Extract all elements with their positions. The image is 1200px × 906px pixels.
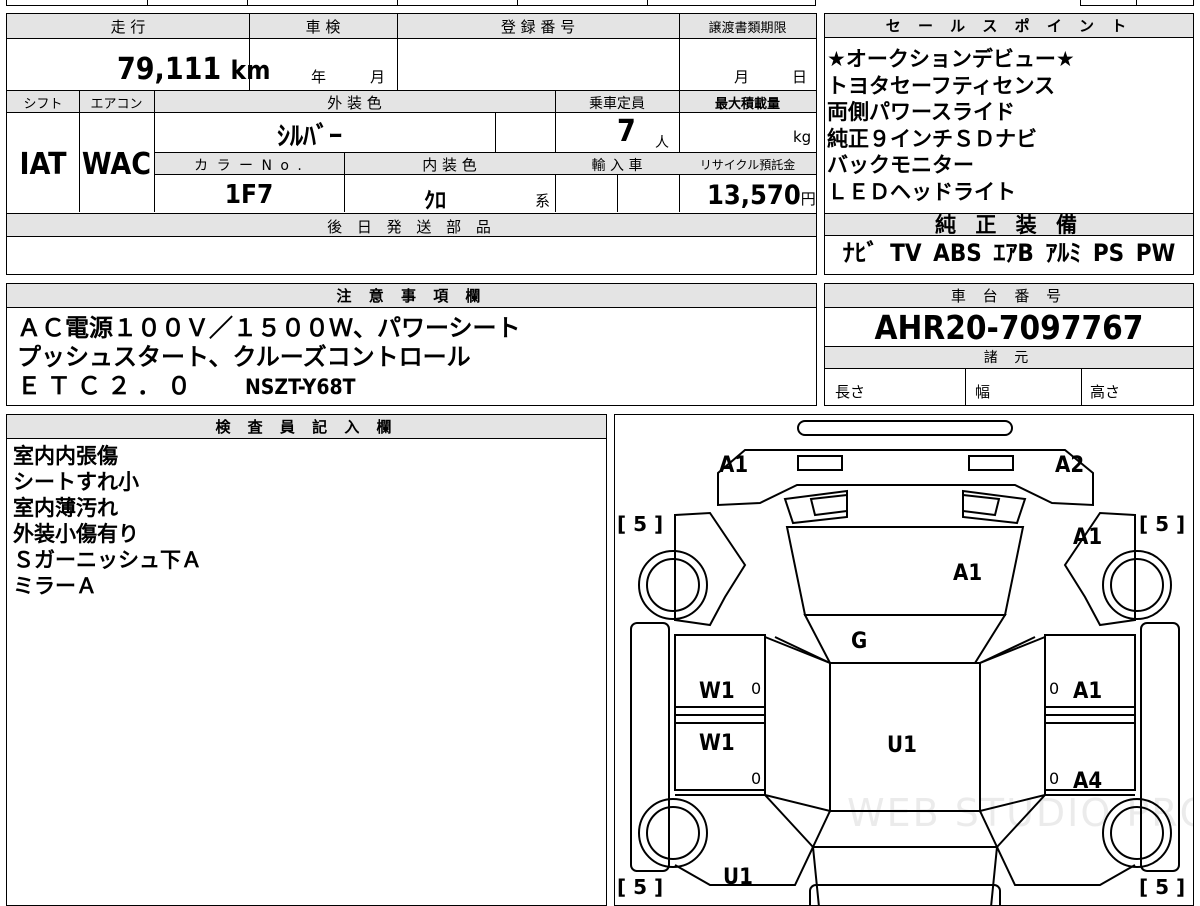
chassis-panel: 車 台 番 号 AHR20-7097767 諸 元 長さ 幅 高さ bbox=[824, 283, 1194, 406]
sales-point-item: 両側パワースライド bbox=[827, 100, 1015, 124]
tire-rear-left: [ 5 ] bbox=[617, 875, 664, 899]
sales-point-item: トヨタセーフティセンス bbox=[827, 73, 1056, 98]
label-transfer-deadline: 譲渡書類期限 bbox=[708, 21, 787, 36]
shift-value: IAT bbox=[19, 147, 67, 182]
aircon-value: WAC bbox=[81, 147, 152, 182]
inspector-line: シートすれ小 bbox=[13, 470, 139, 494]
genuine-equipment-header: 純 正 装 備 bbox=[825, 214, 1193, 236]
pillar-left-lower: 0 bbox=[751, 769, 762, 788]
inspection-year-unit: 年 bbox=[311, 68, 327, 86]
sales-point-item: 純正９インチＳＤナビ bbox=[827, 126, 1037, 151]
pillar-right-upper: 0 bbox=[1049, 679, 1060, 698]
label-recycle: リサイクル預託金 bbox=[699, 158, 796, 172]
inspector-line: 室内薄汚れ bbox=[13, 496, 118, 520]
code-front-right-corner: A2 bbox=[1055, 453, 1085, 478]
exterior-color-value: ｼﾙﾊﾞｰ bbox=[277, 122, 343, 152]
tire-front-left: [ 5 ] bbox=[617, 512, 664, 536]
capacity-value: 7 bbox=[617, 114, 636, 149]
code-left-front-door: W1 bbox=[699, 679, 735, 704]
top-strip bbox=[6, 0, 816, 6]
equip-pw: PW bbox=[1135, 239, 1176, 267]
sales-point-item: バックモニター bbox=[827, 153, 974, 177]
note-line: ＡＣ電源１００Ｖ／１５００Ｗ、パワーシート bbox=[17, 314, 521, 342]
transfer-day-unit: 日 bbox=[792, 68, 808, 86]
equip-alloy: ｱﾙﾐ bbox=[1045, 239, 1082, 267]
sales-points-header: セ ー ル ス ポ イ ン ト bbox=[825, 14, 1193, 38]
tire-front-right: [ 5 ] bbox=[1139, 512, 1186, 536]
inspector-header: 検 査 員 記 入 欄 bbox=[7, 415, 606, 439]
code-right-front-door: A1 bbox=[1073, 679, 1103, 704]
label-capacity: 乗車定員 bbox=[589, 96, 645, 112]
inspector-line: 室内内張傷 bbox=[13, 444, 118, 468]
recycle-value: 13,570円 bbox=[707, 180, 816, 211]
label-interior-color: 内 装 色 bbox=[422, 156, 477, 174]
label-later-parts: 後 日 発 送 部 品 bbox=[327, 218, 496, 236]
label-registration: 登 録 番 号 bbox=[500, 18, 576, 36]
car-damage-diagram: [ 5 ] [ 5 ] [ 5 ] [ 5 ] A1 A2 A1 A1 G W1… bbox=[614, 414, 1194, 906]
inspector-lines: 室内内張傷 シートすれ小 室内薄汚れ 外装小傷有り Ｓガーニッシュ下Ａ ミラーＡ bbox=[13, 443, 202, 599]
genuine-equipment-list: ﾅﾋﾞ TV ABS ｴｱB ｱﾙﾐ PS PW bbox=[825, 240, 1193, 267]
inspector-panel: 検 査 員 記 入 欄 室内内張傷 シートすれ小 室内薄汚れ 外装小傷有り Ｓガ… bbox=[6, 414, 607, 906]
code-left-rear-door: W1 bbox=[699, 731, 735, 756]
equip-navi: ﾅﾋﾞ bbox=[842, 239, 879, 267]
sales-point-item: ＬＥＤヘッドライト bbox=[827, 179, 1016, 204]
code-right-front-fender: A1 bbox=[1073, 525, 1103, 550]
color-no-value: 1F7 bbox=[224, 180, 274, 210]
label-color-no: カ ラ ー N o . bbox=[194, 158, 304, 174]
vehicle-info-table: 走 行 車 検 登 録 番 号 譲渡書類期限 79,111 km 年 月 月 日… bbox=[6, 13, 817, 275]
interior-color-suffix: 系 bbox=[535, 192, 551, 210]
inspector-line: 外装小傷有り bbox=[13, 522, 139, 546]
mileage-value: 79,111 km bbox=[117, 52, 271, 87]
top-strip-right bbox=[1080, 0, 1194, 6]
label-aircon: エアコン bbox=[90, 97, 143, 112]
specs-header: 諸 元 bbox=[825, 347, 1193, 369]
label-import: 輸 入 車 bbox=[591, 158, 643, 174]
inspection-month-unit: 月 bbox=[370, 68, 386, 86]
transfer-month-unit: 月 bbox=[734, 68, 750, 86]
inspector-line: Ｓガーニッシュ下Ａ bbox=[13, 548, 202, 572]
sales-points-list: ★オークションデビュー★ トヨタセーフティセンス 両側パワースライド 純正９イン… bbox=[827, 46, 1075, 205]
spec-height-label: 高さ bbox=[1090, 383, 1121, 401]
navi-model: NSZT-Y68T bbox=[245, 375, 356, 399]
interior-color-value: ｸﾛ bbox=[424, 189, 447, 214]
sales-points-panel: セ ー ル ス ポ イ ン ト ★オークションデビュー★ トヨタセーフティセンス… bbox=[824, 13, 1194, 275]
capacity-unit: 人 bbox=[655, 135, 669, 151]
spec-length-label: 長さ bbox=[835, 383, 866, 401]
chassis-header: 車 台 番 号 bbox=[825, 284, 1193, 308]
inspector-line: ミラーＡ bbox=[13, 574, 97, 598]
pillar-right-lower: 0 bbox=[1049, 769, 1060, 788]
code-left-rear-quarter: U1 bbox=[723, 865, 753, 890]
label-shift: シフト bbox=[23, 97, 63, 112]
pillar-left-upper: 0 bbox=[751, 679, 762, 698]
equip-ps: PS bbox=[1092, 239, 1125, 267]
chassis-number: AHR20-7097767 bbox=[874, 308, 1144, 347]
equip-abs: ABS bbox=[933, 239, 982, 267]
sales-point-item: ★オークションデビュー★ bbox=[827, 47, 1075, 71]
equip-airbag: ｴｱB bbox=[993, 239, 1034, 267]
equip-tv: TV bbox=[890, 239, 922, 267]
label-inspection: 車 検 bbox=[305, 18, 341, 36]
watermark: WEB STUDIO PRO bbox=[847, 791, 1194, 835]
notes-header: 注 意 事 項 欄 bbox=[7, 284, 816, 308]
spec-width-label: 幅 bbox=[975, 383, 991, 401]
label-max-load: 最大積載量 bbox=[714, 97, 780, 112]
code-front-left-corner: A1 bbox=[719, 453, 749, 478]
tire-rear-right: [ 5 ] bbox=[1139, 875, 1186, 899]
label-exterior-color: 外 装 色 bbox=[327, 94, 382, 112]
notes-panel: 注 意 事 項 欄 ＡＣ電源１００Ｖ／１５００Ｗ、パワーシート プッシュスタート… bbox=[6, 283, 817, 406]
code-windshield: G bbox=[851, 629, 868, 654]
max-load-unit: kg bbox=[793, 128, 812, 146]
note-line: プッシュスタート、クルーズコントロール bbox=[17, 343, 471, 371]
code-roof: U1 bbox=[887, 733, 917, 758]
label-mileage: 走 行 bbox=[110, 18, 146, 36]
code-hood: A1 bbox=[953, 561, 983, 586]
